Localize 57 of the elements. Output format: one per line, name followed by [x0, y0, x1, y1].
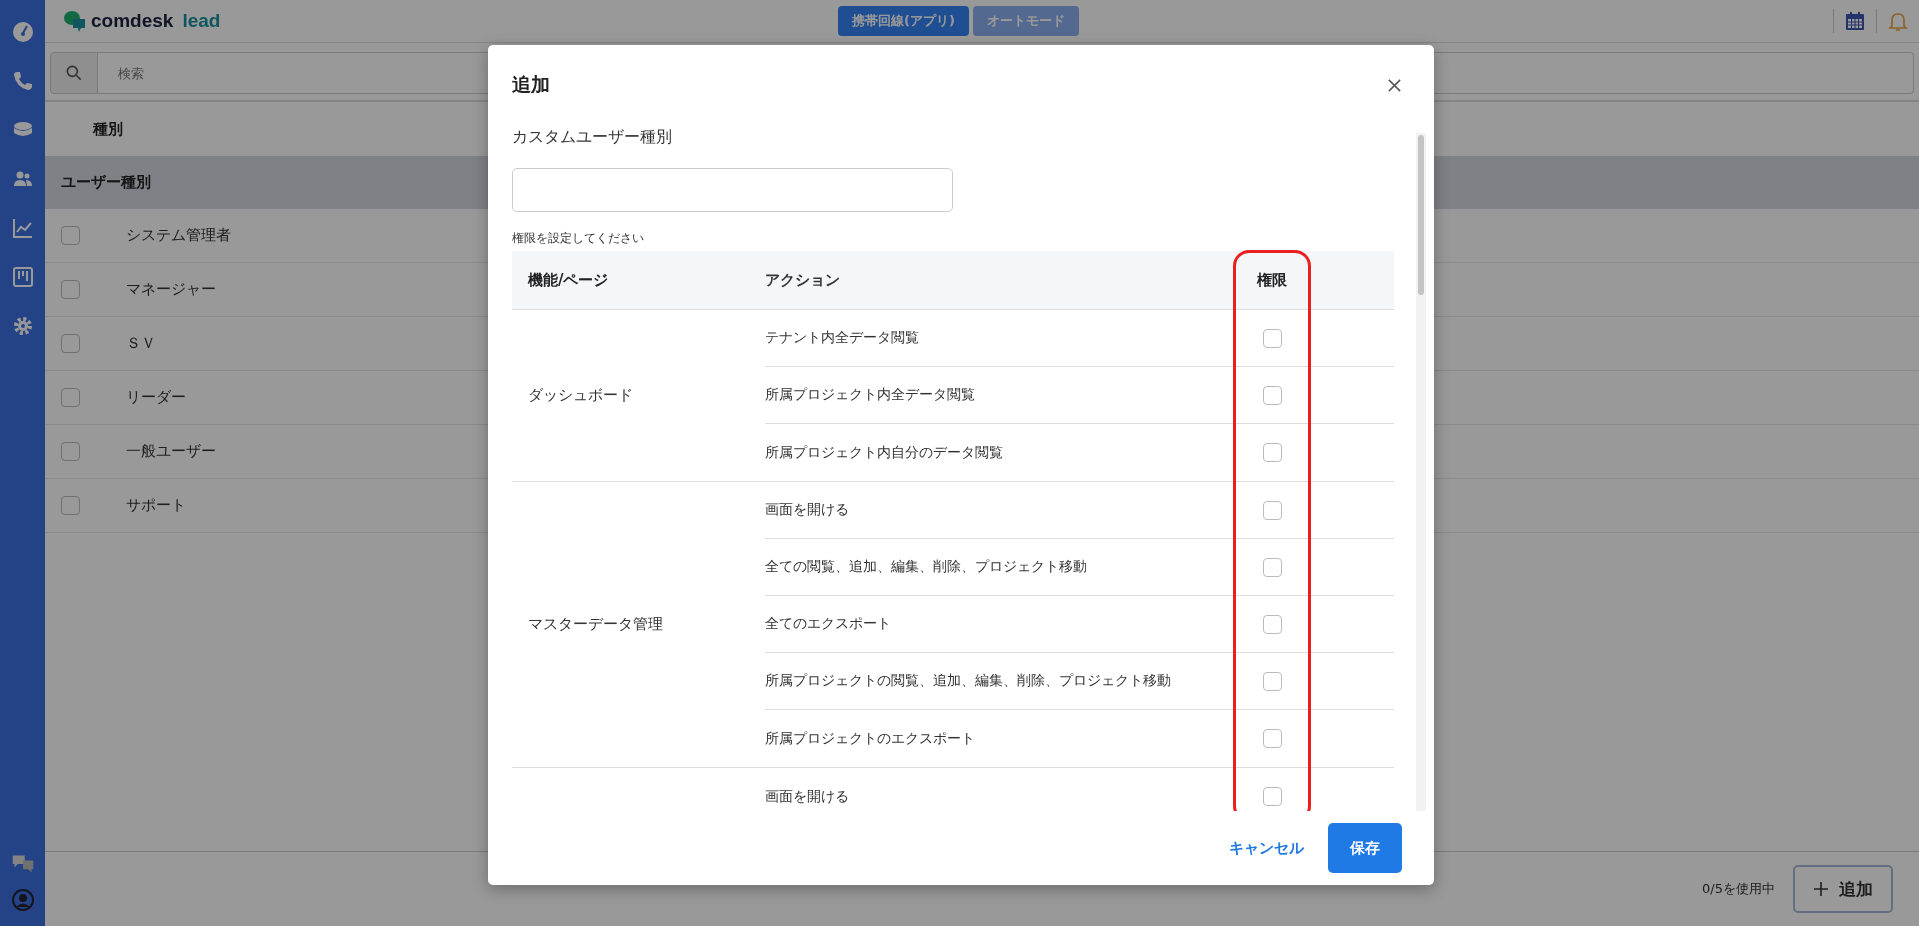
save-button[interactable]: 保存 [1328, 823, 1402, 873]
permission-checkbox[interactable] [1262, 557, 1282, 577]
permission-checkbox[interactable] [1262, 614, 1282, 634]
permission-checkbox[interactable] [1262, 500, 1282, 520]
action-name: 全ての閲覧、追加、編集、削除、プロジェクト移動 [765, 558, 1088, 576]
action-name: 所属プロジェクトのエクスポート [765, 729, 976, 748]
usage-count: 0/5を使用中 [1702, 880, 1775, 898]
action-name: テナント内全データ閲覧 [765, 329, 920, 347]
dashboard-gauge-icon[interactable] [10, 20, 35, 44]
board-icon[interactable] [10, 265, 35, 289]
column-header: 機能/ページ [526, 270, 610, 290]
logo-text: comdesk [91, 10, 174, 32]
permission-checkbox[interactable] [1262, 385, 1282, 405]
line-chart-icon[interactable] [10, 216, 35, 240]
user-type-name[interactable]: ＳＶ [126, 334, 156, 353]
speech-bubbles-logo-icon [63, 9, 87, 33]
row-checkbox[interactable] [61, 334, 80, 353]
close-icon[interactable] [1387, 77, 1402, 93]
add-button[interactable]: 追加 [1793, 865, 1893, 913]
row-checkbox[interactable] [61, 226, 80, 245]
user-type-name[interactable]: 一般ユーザー [126, 442, 216, 461]
search-button[interactable] [50, 52, 98, 94]
permission-checkbox[interactable] [1262, 787, 1282, 806]
hint-text: 権限を設定してください [512, 230, 645, 247]
permission-checkbox[interactable] [1262, 328, 1282, 348]
action-name: 全てのエクスポート [765, 615, 892, 633]
row-checkbox[interactable] [61, 280, 80, 299]
row-checkbox[interactable] [61, 442, 80, 461]
feature-name: ダッシュボード [528, 386, 633, 405]
row-checkbox[interactable] [61, 388, 80, 407]
field-label: カスタムユーザー種別 [512, 126, 673, 148]
logo-text-accent: lead [182, 10, 221, 32]
user-type-input[interactable] [512, 168, 953, 212]
user-type-name[interactable]: サポート [126, 496, 186, 515]
column-header: 種別 [93, 119, 123, 139]
feature-name: マスターデータ管理 [528, 615, 663, 634]
user-type-name[interactable]: マネージャー [126, 280, 216, 299]
cancel-button[interactable]: キャンセル [1229, 838, 1304, 858]
group-label: ユーザー種別 [61, 173, 151, 192]
search-icon[interactable] [64, 63, 84, 83]
action-name: 所属プロジェクト内全データ閲覧 [765, 386, 976, 404]
user-avatar-icon[interactable] [10, 888, 35, 912]
permission-checkbox[interactable] [1262, 671, 1282, 691]
action-name: 画面を開ける [765, 787, 850, 806]
permission-checkbox[interactable] [1262, 443, 1282, 462]
dialog-title: 追加 [512, 72, 550, 97]
column-header: 権限 [1257, 270, 1287, 290]
scrollbar[interactable] [1416, 133, 1426, 811]
action-name: 所属プロジェクトの閲覧、追加、編集、削除、プロジェクト移動 [765, 672, 1172, 690]
row-checkbox[interactable] [61, 496, 80, 515]
user-type-name[interactable]: システム管理者 [126, 226, 231, 245]
plus-icon [1813, 881, 1829, 897]
column-header: アクション [765, 270, 841, 290]
user-type-name[interactable]: リーダー [126, 388, 186, 407]
permission-checkbox[interactable] [1262, 729, 1282, 748]
action-name: 画面を開ける [765, 501, 850, 519]
action-name: 所属プロジェクト内自分のデータ閲覧 [765, 443, 1004, 462]
